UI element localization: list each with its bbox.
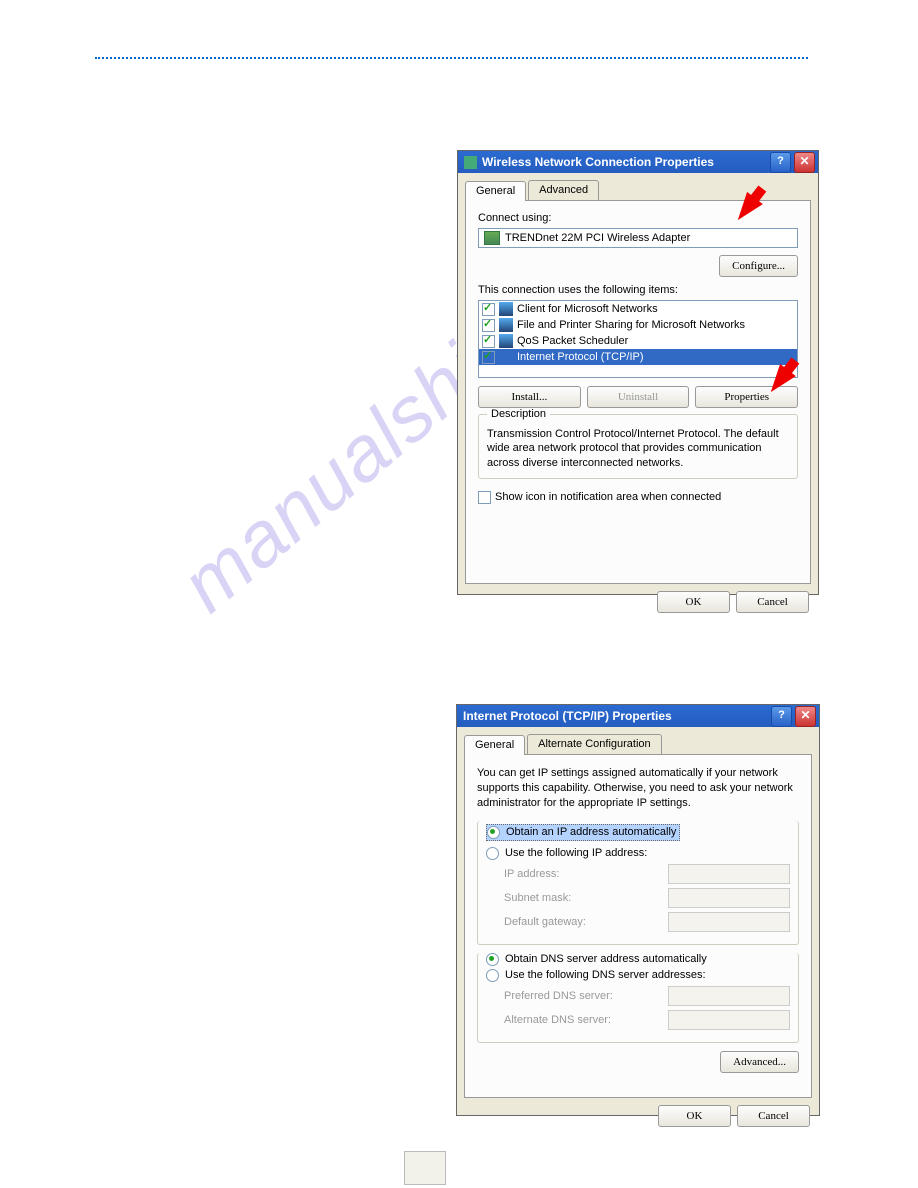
radio-icon: [486, 847, 499, 860]
list-item[interactable]: QoS Packet Scheduler: [479, 333, 797, 349]
ip-radio-group: Obtain an IP address automatically Use t…: [477, 821, 799, 945]
checkbox-icon[interactable]: [482, 319, 495, 332]
obtain-ip-radio[interactable]: Obtain an IP address automatically: [486, 824, 680, 841]
tab-panel: You can get IP settings assigned automat…: [464, 754, 812, 1098]
description-text: Transmission Control Protocol/Internet P…: [487, 427, 789, 470]
window-icon: [464, 156, 477, 169]
tcpip-properties-dialog: Internet Protocol (TCP/IP) Properties ? …: [456, 704, 820, 1116]
connection-properties-dialog: Wireless Network Connection Properties ?…: [457, 150, 819, 595]
items-label: This connection uses the following items…: [478, 284, 798, 296]
titlebar[interactable]: Internet Protocol (TCP/IP) Properties ? …: [457, 705, 819, 727]
tab-alternate[interactable]: Alternate Configuration: [527, 734, 662, 754]
configure-button[interactable]: Configure...: [719, 255, 798, 277]
subnet-field: Subnet mask:: [504, 888, 790, 908]
use-dns-radio[interactable]: Use the following DNS server addresses:: [486, 969, 790, 982]
intro-text: You can get IP settings assigned automat…: [477, 766, 799, 811]
list-item-selected[interactable]: Internet Protocol (TCP/IP): [479, 349, 797, 365]
service-icon: [499, 318, 513, 332]
adapter-field[interactable]: TRENDnet 22M PCI Wireless Adapter: [478, 228, 798, 248]
tab-general[interactable]: General: [464, 735, 525, 755]
close-button[interactable]: ✕: [795, 706, 816, 727]
ok-button[interactable]: OK: [658, 1105, 731, 1127]
checkbox-icon[interactable]: [482, 303, 495, 316]
list-item[interactable]: Client for Microsoft Networks: [479, 301, 797, 317]
window-title: Internet Protocol (TCP/IP) Properties: [463, 709, 771, 723]
checkbox-icon[interactable]: [478, 491, 491, 504]
show-icon-label: Show icon in notification area when conn…: [495, 491, 721, 503]
checkbox-icon[interactable]: [482, 335, 495, 348]
service-icon: [499, 334, 513, 348]
help-button[interactable]: ?: [770, 152, 791, 173]
cancel-button[interactable]: Cancel: [737, 1105, 810, 1127]
install-button[interactable]: Install...: [478, 386, 581, 408]
show-icon-checkbox[interactable]: Show icon in notification area when conn…: [478, 491, 798, 504]
alt-dns-field: Alternate DNS server:: [504, 1010, 790, 1030]
advanced-button[interactable]: Advanced...: [720, 1051, 799, 1073]
dns-radio-group: Obtain DNS server address automatically …: [477, 953, 799, 1043]
uninstall-button: Uninstall: [587, 386, 690, 408]
items-listbox[interactable]: Client for Microsoft Networks File and P…: [478, 300, 798, 378]
help-button[interactable]: ?: [771, 706, 792, 727]
titlebar[interactable]: Wireless Network Connection Properties ?…: [458, 151, 818, 173]
adapter-name: TRENDnet 22M PCI Wireless Adapter: [505, 232, 690, 244]
page-number-box: [404, 1151, 446, 1185]
protocol-icon: [499, 350, 513, 364]
gateway-field: Default gateway:: [504, 912, 790, 932]
obtain-dns-radio[interactable]: Obtain DNS server address automatically: [486, 953, 790, 966]
description-legend: Description: [487, 408, 550, 420]
radio-icon: [487, 826, 500, 839]
window-title: Wireless Network Connection Properties: [482, 155, 770, 169]
list-item[interactable]: File and Printer Sharing for Microsoft N…: [479, 317, 797, 333]
tab-panel: Connect using: TRENDnet 22M PCI Wireless…: [465, 200, 811, 584]
ip-address-field: IP address:: [504, 864, 790, 884]
checkbox-icon[interactable]: [482, 351, 495, 364]
use-ip-radio[interactable]: Use the following IP address:: [486, 847, 790, 860]
tab-advanced[interactable]: Advanced: [528, 180, 599, 200]
tab-general[interactable]: General: [465, 181, 526, 201]
close-button[interactable]: ✕: [794, 152, 815, 173]
tab-strip: General Advanced: [465, 180, 818, 200]
client-icon: [499, 302, 513, 316]
description-group: Description Transmission Control Protoco…: [478, 414, 798, 479]
header-divider: [95, 57, 808, 59]
radio-icon: [486, 953, 499, 966]
tab-strip: General Alternate Configuration: [464, 734, 819, 754]
pref-dns-field: Preferred DNS server:: [504, 986, 790, 1006]
adapter-icon: [484, 231, 500, 245]
ok-button[interactable]: OK: [657, 591, 730, 613]
cancel-button[interactable]: Cancel: [736, 591, 809, 613]
radio-icon: [486, 969, 499, 982]
